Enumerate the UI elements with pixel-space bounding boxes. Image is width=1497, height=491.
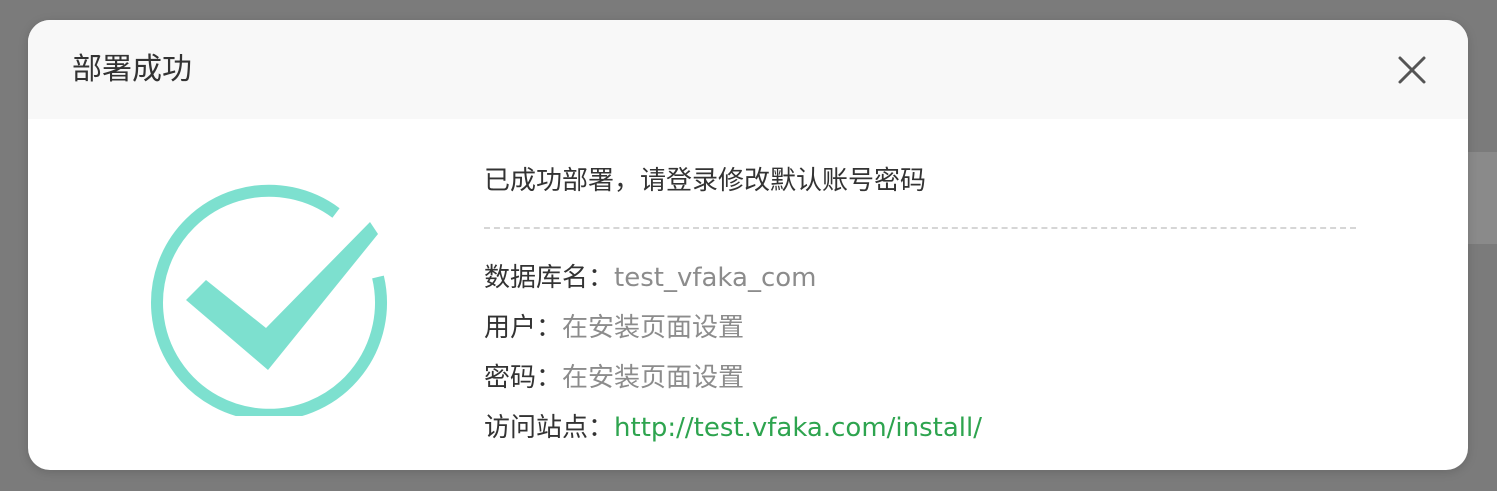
password-label: 密码： (484, 363, 563, 393)
deploy-success-dialog: 部署成功 已成功部署，请登录修改默认账号密码 数据库名：test_vfaka_c… (28, 20, 1468, 470)
dialog-title: 部署成功 (72, 52, 192, 87)
dialog-body: 已成功部署，请登录修改默认账号密码 数据库名：test_vfaka_com 用户… (28, 119, 1468, 470)
info-row-site: 访问站点：http://test.vfaka.com/install/ (484, 403, 1356, 453)
info-row-user: 用户：在安装页面设置 (484, 303, 1356, 353)
info-row-database: 数据库名：test_vfaka_com (484, 253, 1356, 303)
close-icon (1398, 56, 1426, 84)
checkmark-circle-icon (146, 176, 396, 421)
user-value: 在安装页面设置 (562, 313, 745, 343)
password-value: 在安装页面设置 (562, 363, 745, 393)
database-label: 数据库名： (484, 263, 615, 293)
site-label: 访问站点： (484, 413, 615, 443)
dialog-content: 已成功部署，请登录修改默认账号密码 数据库名：test_vfaka_com 用户… (484, 161, 1356, 453)
info-row-password: 密码：在安装页面设置 (484, 353, 1356, 403)
dialog-header: 部署成功 (28, 20, 1468, 119)
divider (484, 227, 1356, 229)
close-button[interactable] (1394, 52, 1430, 88)
user-label: 用户： (484, 313, 563, 343)
database-value: test_vfaka_com (614, 263, 817, 293)
info-list: 数据库名：test_vfaka_com 用户：在安装页面设置 密码：在安装页面设… (484, 253, 1356, 453)
success-message: 已成功部署，请登录修改默认账号密码 (484, 166, 927, 196)
site-link[interactable]: http://test.vfaka.com/install/ (614, 413, 982, 443)
